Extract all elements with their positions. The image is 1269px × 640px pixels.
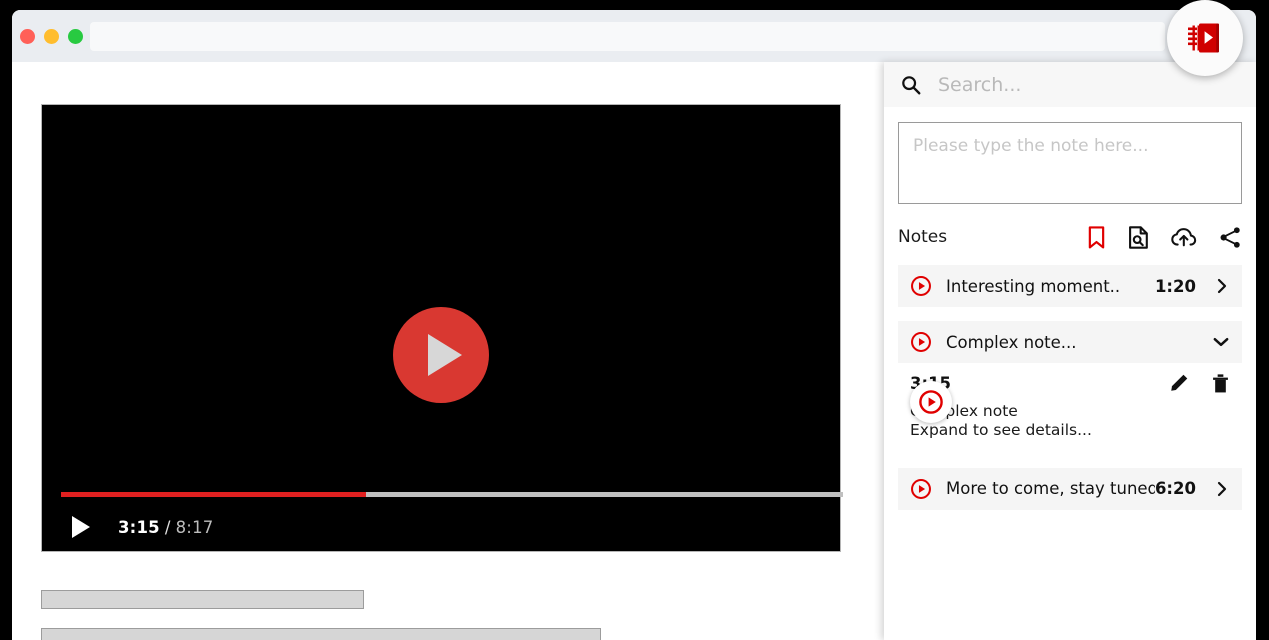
chevron-right-icon[interactable] <box>1214 278 1230 294</box>
minimize-window-button[interactable] <box>44 29 59 44</box>
video-play-overlay-button[interactable] <box>393 307 489 403</box>
maximize-window-button[interactable] <box>68 29 83 44</box>
document-search-icon[interactable] <box>1128 225 1149 249</box>
note-row[interactable]: Interesting moment.. 1:20 <box>898 265 1242 307</box>
note-detail-body: Complex note Expand to see details... <box>910 402 1092 439</box>
note-detail-header: 3:15 <box>910 373 1230 394</box>
play-triangle-icon <box>428 334 462 376</box>
chevron-down-icon[interactable] <box>1212 333 1230 351</box>
page-placeholder-bar-2 <box>41 628 601 640</box>
note-input[interactable] <box>899 123 1241 203</box>
time-separator: / <box>164 517 171 537</box>
note-play-icon[interactable] <box>910 275 932 297</box>
note-detail-tools <box>1168 373 1230 394</box>
chevron-right-icon[interactable] <box>1214 481 1230 497</box>
page-body: 3:15/8:17 Search... Please type the note… <box>12 62 1256 640</box>
play-pause-button[interactable] <box>72 516 90 538</box>
browser-window: 3:15/8:17 Search... Please type the note… <box>12 10 1256 640</box>
address-bar[interactable] <box>90 22 1165 51</box>
browser-titlebar <box>12 10 1256 62</box>
delete-note-icon[interactable] <box>1211 373 1230 394</box>
bookmark-icon[interactable] <box>1087 225 1106 249</box>
video-control-bar: 3:15/8:17 <box>42 503 840 551</box>
video-page: 3:15/8:17 <box>12 62 884 640</box>
video-player[interactable]: 3:15/8:17 <box>41 104 843 552</box>
note-compose-box[interactable] <box>898 122 1242 204</box>
time-display: 3:15/8:17 <box>118 518 213 537</box>
extension-badge-button[interactable] <box>1167 0 1243 76</box>
window-controls <box>20 29 83 44</box>
video-progress-fill <box>61 492 366 497</box>
cloud-upload-icon[interactable] <box>1171 227 1197 248</box>
note-play-focus-highlight[interactable] <box>910 381 952 423</box>
total-duration: 8:17 <box>175 517 214 537</box>
search-icon <box>900 74 922 96</box>
note-play-icon[interactable] <box>910 478 932 500</box>
share-icon[interactable] <box>1219 226 1242 249</box>
play-circle-icon <box>919 390 943 414</box>
notes-header: Notes <box>898 220 1242 254</box>
page-placeholder-bar-1 <box>41 590 364 609</box>
search-input[interactable] <box>936 72 1230 97</box>
note-row[interactable]: More to come, stay tuned! 6:20 <box>898 467 1242 510</box>
video-progress-track[interactable] <box>61 492 843 497</box>
notes-title: Notes <box>898 227 948 247</box>
note-title: Interesting moment.. <box>946 276 1121 296</box>
current-time: 3:15 <box>118 517 160 537</box>
notes-sidebar: Notes <box>884 62 1256 640</box>
note-row[interactable]: Complex note...3:15 <box>898 321 1242 363</box>
note-timestamp: 1:20 <box>1154 276 1196 296</box>
screen: 3:15/8:17 Search... Please type the note… <box>0 0 1269 640</box>
close-window-button[interactable] <box>20 29 35 44</box>
note-play-icon[interactable] <box>910 331 932 353</box>
edit-note-icon[interactable] <box>1168 373 1189 394</box>
note-title: Complex note... <box>946 332 1077 352</box>
note-title: More to come, stay tuned! <box>946 479 1155 499</box>
note-timestamp: 6:20 <box>1154 479 1196 499</box>
video-notes-logo-icon <box>1188 23 1219 53</box>
notes-actions <box>1087 225 1242 249</box>
